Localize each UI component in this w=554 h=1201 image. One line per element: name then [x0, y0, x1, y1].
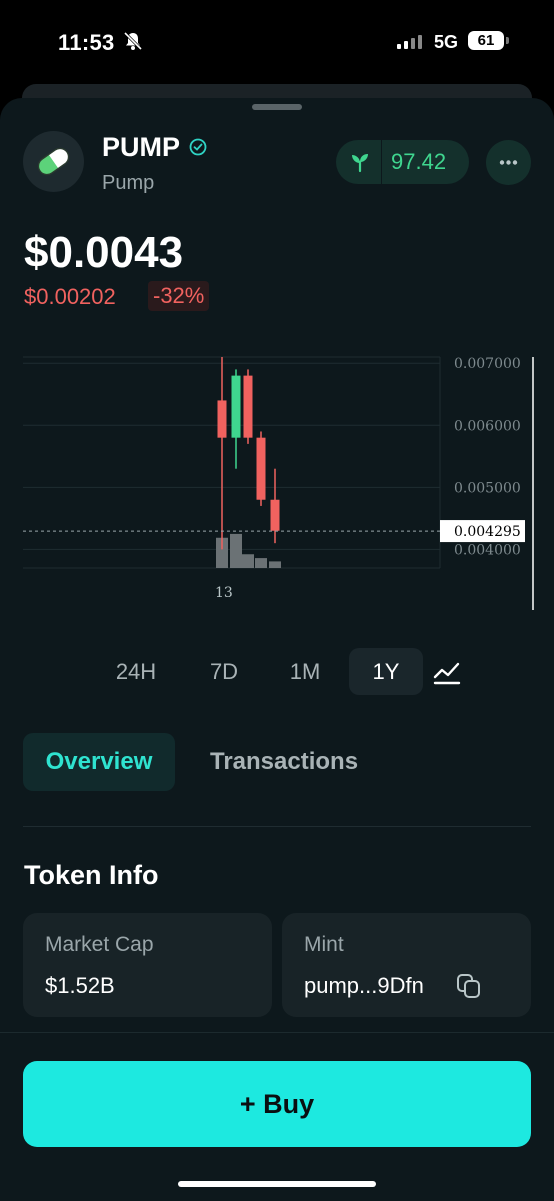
candle-body [256, 437, 266, 500]
status-bar: 11:53 5G 61 [0, 0, 554, 84]
token-price: $0.0043 [24, 228, 184, 277]
verified-icon [189, 138, 207, 156]
x-tick-label: 13 [215, 585, 233, 601]
battery-tip [506, 37, 509, 44]
price-chart[interactable]: 0.007000 0.006000 0.005000 0.004000 0.00429… [0, 348, 554, 618]
token-info-title: Token Info [24, 860, 159, 890]
more-dots-icon [499, 160, 518, 165]
range-24h[interactable]: 24H [99, 648, 173, 695]
candle-body [243, 375, 253, 438]
candle-body [231, 375, 241, 438]
candles [217, 357, 280, 550]
token-name: Pump [102, 172, 155, 194]
bell-off-icon [123, 31, 143, 51]
range-1m[interactable]: 1M [268, 648, 342, 695]
tab-overview[interactable]: Overview [23, 733, 175, 791]
y-tick-label: 0.005000 [454, 480, 521, 496]
tab-transactions[interactable]: Transactions [210, 733, 358, 791]
range-selector: 24H 7D 1M 1Y [0, 648, 554, 696]
tab-bar: Overview Transactions [0, 733, 554, 793]
pill-icon [37, 147, 70, 176]
home-indicator[interactable] [178, 1181, 376, 1187]
score-badge[interactable]: 97.42 [336, 140, 469, 184]
price-change-pct: -32% [148, 281, 210, 311]
y-tick-label: 0.004000 [454, 542, 521, 558]
network-type: 5G [434, 32, 459, 52]
divider [23, 826, 531, 827]
candle-body [217, 400, 227, 438]
range-7d[interactable]: 7D [188, 648, 260, 695]
mint-value: pump...9Dfn [304, 973, 424, 998]
score-separator [381, 140, 382, 184]
signal-icon [397, 33, 422, 49]
status-time: 11:53 [58, 30, 115, 55]
range-1y[interactable]: 1Y [349, 648, 423, 695]
volume-bar [255, 558, 267, 568]
candle-body [270, 499, 280, 531]
market-cap-label: Market Cap [45, 933, 154, 956]
y-tick-label: 0.006000 [454, 418, 521, 434]
current-price-label: 0.004295 [454, 524, 521, 540]
volume-bar [242, 554, 254, 568]
more-button[interactable] [486, 140, 531, 185]
mint-label: Mint [304, 933, 344, 956]
volume-bars [216, 533, 281, 568]
line-chart-icon[interactable] [433, 658, 461, 686]
volume-bar [269, 561, 281, 568]
sheet-grabber[interactable] [252, 104, 302, 110]
market-cap-card: Market Cap $1.52B [23, 913, 272, 1017]
battery-icon: 61 [468, 31, 504, 50]
buy-button[interactable]: + Buy [23, 1061, 531, 1147]
score-value: 97.42 [391, 149, 447, 174]
volume-bar [230, 533, 242, 568]
market-cap-value: $1.52B [45, 973, 115, 998]
token-logo [23, 131, 84, 192]
price-change-abs: $0.00202 [24, 284, 116, 309]
y-tick-label: 0.007000 [454, 356, 521, 372]
copy-icon[interactable] [456, 973, 482, 999]
sprout-icon [352, 154, 368, 173]
mint-card[interactable]: Mint pump...9Dfn [282, 913, 531, 1017]
token-symbol: PUMP [102, 132, 181, 162]
